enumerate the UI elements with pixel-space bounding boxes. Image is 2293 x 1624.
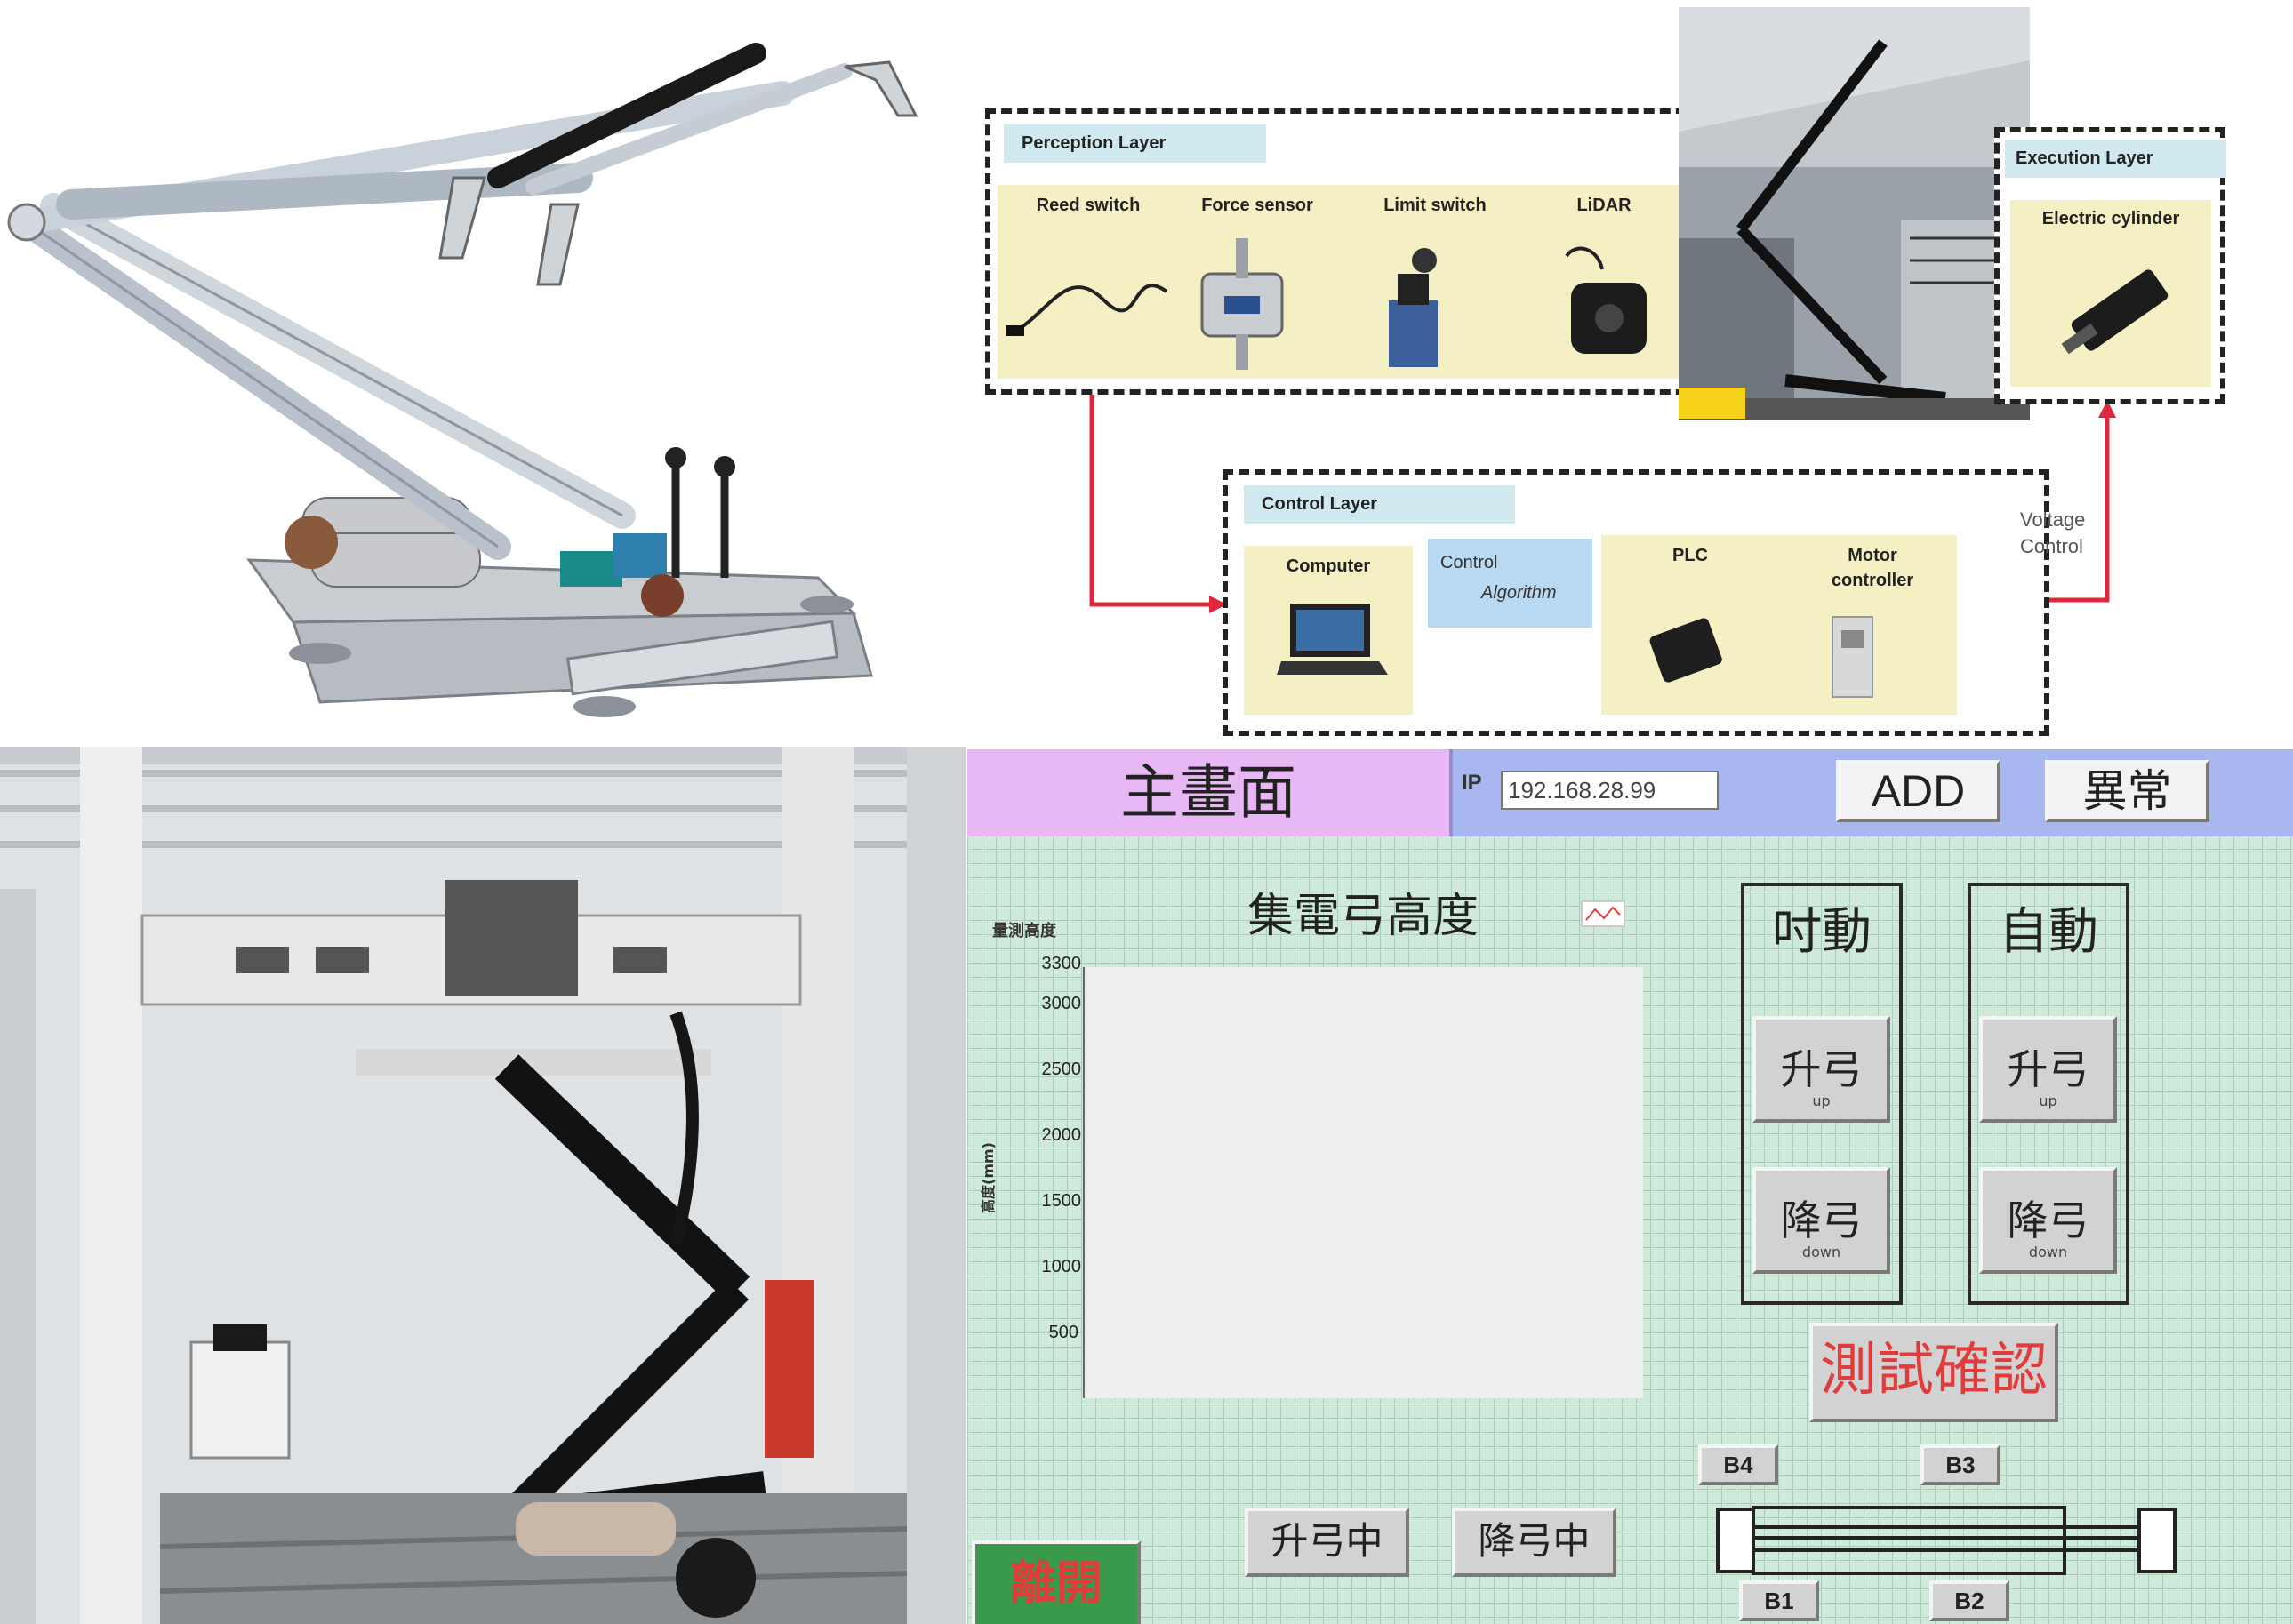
electric-cylinder-label: Electric cylinder <box>2041 209 2180 228</box>
force-sensor-label: Force sensor <box>1201 196 1313 215</box>
control-algorithm-line2: Algorithm <box>1481 583 1557 603</box>
reed-switch-label: Reed switch <box>1036 196 1141 215</box>
height-chart-plot <box>1083 967 1643 1398</box>
y-tick-3300: 3300 <box>1041 954 1082 973</box>
jog-raise-sub: up <box>1812 1092 1831 1109</box>
auto-title: 自動 <box>1999 903 2098 961</box>
lidar-icon <box>1565 246 1647 354</box>
jog-raise-button[interactable]: 升弓 up <box>1752 1016 1890 1123</box>
page-title: 主畫面 <box>967 749 1453 836</box>
b4-indicator: B4 <box>1698 1444 1778 1485</box>
control-layer-title: Control Layer <box>1244 485 1515 524</box>
chart-title: 集電弓高度 <box>1247 890 1479 943</box>
chart-y-axis: 3300 3000 2500 2000 1500 1000 <box>1003 954 1082 1276</box>
perception-layer-title: Perception Layer <box>1004 124 1266 163</box>
y-tick-500: 500 <box>1048 1323 1078 1342</box>
b3-indicator: B3 <box>1920 1444 2000 1485</box>
y-tick-2000: 2000 <box>1041 1125 1082 1145</box>
jog-lower-button[interactable]: 降弓 down <box>1752 1167 1890 1274</box>
perception-layer-box: Perception Layer Reed switch Force senso… <box>985 108 1719 395</box>
test-confirm-button[interactable]: 測試確認 <box>1809 1323 2058 1422</box>
auto-raise-sub: up <box>2039 1092 2057 1109</box>
chart-ylabel-side: 高度(mm) <box>979 1142 997 1213</box>
chart-legend-icon <box>1581 900 1625 927</box>
raising-status-button[interactable]: 升弓中 <box>1245 1508 1409 1577</box>
chart-ylabel-top: 量測高度 <box>992 922 1056 940</box>
ip-label: IP <box>1462 771 1482 795</box>
add-button[interactable]: ADD <box>1836 760 2000 822</box>
motor-controller-line1: Motor <box>1848 546 1897 565</box>
motor-controller-icon <box>1832 616 1873 698</box>
motor-controller-line2: controller <box>1831 571 1914 590</box>
voltage-control-label: Voltage Control <box>2020 507 2127 560</box>
y-tick-1000: 1000 <box>1041 1257 1082 1276</box>
y-tick-2500: 2500 <box>1041 1060 1082 1079</box>
exit-button[interactable]: 離開 <box>972 1540 1141 1624</box>
limit-switch-label: Limit switch <box>1383 196 1487 215</box>
y-tick-1500: 1500 <box>1041 1191 1082 1211</box>
voltage-label-line2: Control <box>2020 535 2083 557</box>
auto-raise-label: 升弓 <box>2007 1045 2089 1093</box>
plc-icon <box>1649 618 1722 683</box>
y-tick-3000: 3000 <box>1041 994 1082 1013</box>
control-layer-box: Control Layer Computer Control Algorithm… <box>1223 469 2049 736</box>
lidar-label: LiDAR <box>1576 196 1632 215</box>
control-algorithm-box: Control Algorithm <box>1428 539 1592 628</box>
control-algorithm-line1: Control <box>1440 553 1498 572</box>
ip-address-field[interactable]: 192.168.28.99 <box>1501 771 1719 810</box>
force-sensor-icon <box>1200 238 1284 370</box>
architecture-diagram: Perception Layer Reed switch Force senso… <box>960 0 2293 738</box>
jog-lower-sub: down <box>1801 1244 1841 1260</box>
execution-layer-box: Execution Layer Electric cylinder <box>1994 127 2226 404</box>
execution-layer-title: Execution Layer <box>2005 140 2226 178</box>
test-rig-photo <box>0 747 966 1624</box>
computer-label: Computer <box>1286 556 1371 576</box>
voltage-label-line1: Voltage <box>2020 508 2086 531</box>
hmi-screen: 主畫面 IP 192.168.28.99 ADD 異常 集電弓高度 量測高度 高… <box>967 749 2293 1624</box>
jog-lower-label: 降弓 <box>1780 1196 1863 1244</box>
auto-raise-button[interactable]: 升弓 up <box>1979 1016 2117 1123</box>
alarm-button[interactable]: 異常 <box>2045 760 2209 822</box>
pantograph-depot-photo <box>1679 7 2030 420</box>
lowering-status-button[interactable]: 降弓中 <box>1452 1508 1616 1577</box>
reed-switch-icon <box>1006 284 1168 336</box>
b1-indicator: B1 <box>1739 1580 1819 1621</box>
pantograph-cad-image <box>0 0 960 729</box>
jog-title: 吋動 <box>1772 903 1872 961</box>
electric-cylinder-icon <box>2061 269 2169 355</box>
auto-lower-button[interactable]: 降弓 down <box>1979 1167 2117 1274</box>
auto-lower-sub: down <box>2028 1244 2068 1260</box>
limit-switch-icon <box>1389 248 1438 367</box>
jog-raise-label: 升弓 <box>1780 1045 1863 1093</box>
laptop-icon <box>1277 604 1388 675</box>
auto-lower-label: 降弓 <box>2007 1196 2089 1244</box>
plc-label: PLC <box>1672 546 1708 565</box>
cylinder-schematic <box>1716 1506 2177 1575</box>
b2-indicator: B2 <box>1929 1580 2009 1621</box>
